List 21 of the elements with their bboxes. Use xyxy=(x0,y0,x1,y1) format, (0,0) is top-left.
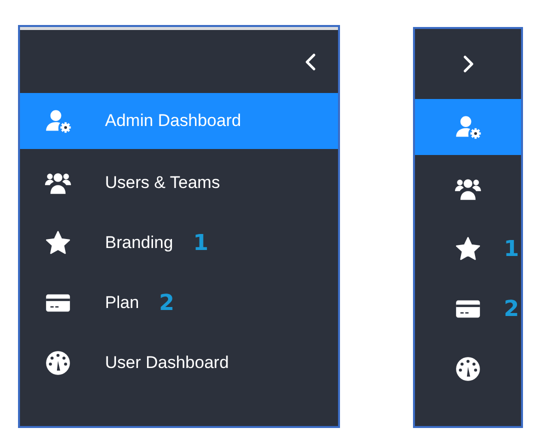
star-icon xyxy=(45,230,71,256)
nav-label: Branding xyxy=(105,233,174,253)
nav-item[interactable]: Branding 1 xyxy=(20,213,338,273)
nav-item[interactable]: Users & Teams xyxy=(20,153,338,213)
annotation-number: 2 xyxy=(504,296,519,322)
user-gear-icon xyxy=(45,108,71,134)
user-gear-icon xyxy=(455,114,481,140)
annotation-number: 1 xyxy=(504,236,519,262)
nav-item[interactable]: User Dashboard xyxy=(20,333,338,393)
star-icon xyxy=(455,236,481,262)
annotation-number: 1 xyxy=(193,230,208,256)
nav-label: Admin Dashboard xyxy=(105,111,242,131)
annotation-number: 2 xyxy=(159,290,174,316)
gauge-icon xyxy=(45,350,71,376)
nav-label: Users & Teams xyxy=(105,173,220,193)
nav-item[interactable]: Plan 2 xyxy=(20,273,338,333)
nav-label: User Dashboard xyxy=(105,353,229,373)
nav-item[interactable]: 2 xyxy=(415,279,521,339)
nav-label: Plan xyxy=(105,293,140,313)
nav-item[interactable]: 1 xyxy=(415,219,521,279)
gauge-icon xyxy=(455,356,481,382)
